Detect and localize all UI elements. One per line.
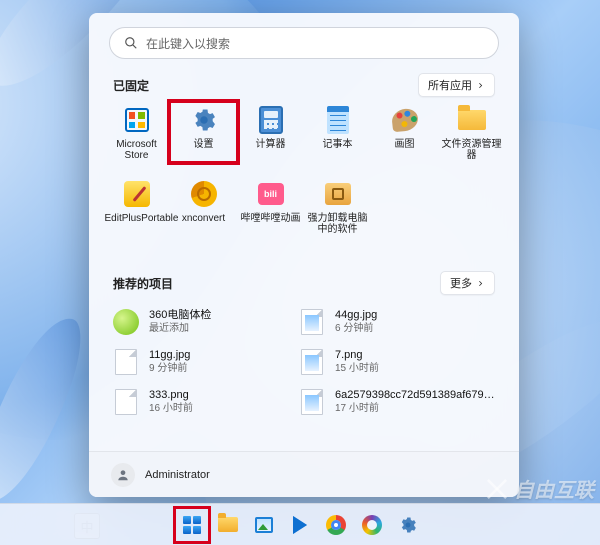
tile-label: 强力卸载电脑中的软件 xyxy=(306,213,370,235)
gear-icon xyxy=(398,515,418,535)
tile-label: 计算器 xyxy=(256,139,286,150)
taskbar-media-player[interactable] xyxy=(286,511,314,539)
editplus-icon xyxy=(124,181,150,207)
tile-xnconvert[interactable]: xnconvert xyxy=(170,179,237,241)
tile-settings[interactable]: 设置 xyxy=(170,105,237,167)
calculator-icon xyxy=(259,106,283,134)
user-avatar[interactable] xyxy=(111,463,135,487)
taskbar-chrome[interactable] xyxy=(322,511,350,539)
tile-label: xnconvert xyxy=(182,213,225,224)
taskbar-settings[interactable] xyxy=(394,511,422,539)
taskbar-start-button[interactable] xyxy=(178,511,206,539)
chrome-icon xyxy=(326,515,346,535)
search-row: 在此键入以搜索 xyxy=(89,13,519,69)
image-file-icon xyxy=(301,389,323,415)
play-icon xyxy=(293,516,307,534)
recommended-item[interactable]: 6a2579398cc72d591389af679703f3...17 小时前 xyxy=(299,389,495,415)
image-file-icon xyxy=(301,349,323,375)
recommended-header: 推荐的项目 更多 xyxy=(89,267,519,301)
tile-microsoft-store[interactable]: Microsoft Store xyxy=(103,105,170,167)
chevron-right-icon xyxy=(476,81,485,90)
item-name: 360电脑体检 xyxy=(149,309,211,322)
item-sub: 16 小时前 xyxy=(149,402,193,415)
tile-file-explorer[interactable]: 文件资源管理器 xyxy=(438,105,505,167)
gear-icon xyxy=(189,105,219,135)
wheel-icon xyxy=(362,515,382,535)
bilibili-icon: bili xyxy=(258,183,284,205)
taskbar-app-wheel[interactable] xyxy=(358,511,386,539)
item-name: 11gg.jpg xyxy=(149,349,190,362)
recommended-item[interactable]: 11gg.jpg9 分钟前 xyxy=(113,349,275,375)
watermark-icon xyxy=(484,476,510,502)
folder-icon xyxy=(218,517,238,532)
recommended-item[interactable]: 360电脑体检最近添加 xyxy=(113,309,275,335)
all-apps-button[interactable]: 所有应用 xyxy=(418,73,495,97)
tile-label: 记事本 xyxy=(323,139,353,150)
pinned-title: 已固定 xyxy=(113,77,149,94)
file-icon xyxy=(115,389,137,415)
search-input[interactable]: 在此键入以搜索 xyxy=(109,27,499,59)
chevron-right-icon xyxy=(476,279,485,288)
taskbar-explorer[interactable] xyxy=(214,511,242,539)
person-icon xyxy=(116,468,130,482)
notepad-icon xyxy=(327,106,349,134)
item-name: 44gg.jpg xyxy=(335,309,377,322)
item-sub: 9 分钟前 xyxy=(149,362,190,375)
file-icon xyxy=(115,349,137,375)
watermark: 自由互联 xyxy=(484,474,594,503)
all-apps-label: 所有应用 xyxy=(428,77,472,93)
search-icon xyxy=(124,36,138,50)
tile-editplus[interactable]: EditPlusPortable xyxy=(103,179,170,241)
search-placeholder: 在此键入以搜索 xyxy=(146,35,230,52)
item-sub: 15 小时前 xyxy=(335,362,379,375)
recommended-item[interactable]: 333.png16 小时前 xyxy=(113,389,275,415)
tile-label: 设置 xyxy=(194,139,214,150)
item-name: 6a2579398cc72d591389af679703f3... xyxy=(335,389,495,402)
tile-calculator[interactable]: 计算器 xyxy=(237,105,304,167)
picture-icon xyxy=(255,517,273,533)
pinned-grid: Microsoft Store 设置 计算器 记事本 画图 文件资源管理器 Ed… xyxy=(89,103,519,241)
more-button[interactable]: 更多 xyxy=(440,271,495,295)
tile-label: 画图 xyxy=(395,139,415,150)
store-icon xyxy=(125,108,149,132)
tile-paint[interactable]: 画图 xyxy=(371,105,438,167)
pinned-header: 已固定 所有应用 xyxy=(89,69,519,103)
item-sub: 最近添加 xyxy=(149,322,211,335)
item-name: 333.png xyxy=(149,389,193,402)
item-sub: 6 分钟前 xyxy=(335,322,377,335)
windows-icon xyxy=(183,516,201,534)
more-label: 更多 xyxy=(450,275,472,291)
taskbar xyxy=(0,503,600,545)
start-menu: 在此键入以搜索 已固定 所有应用 Microsoft Store 设置 计算器 … xyxy=(89,13,519,497)
app-icon xyxy=(113,309,139,335)
tile-label: 文件资源管理器 xyxy=(440,139,504,161)
image-file-icon xyxy=(301,309,323,335)
taskbar-photos[interactable] xyxy=(250,511,278,539)
tile-label: 哔嘡哔嘡动画 xyxy=(241,213,301,224)
user-name[interactable]: Administrator xyxy=(145,469,210,481)
tile-uninstaller[interactable]: 强力卸载电脑中的软件 xyxy=(304,179,371,241)
item-name: 7.png xyxy=(335,349,379,362)
watermark-text: 自由互联 xyxy=(514,474,594,503)
uninstaller-icon xyxy=(325,183,351,205)
tile-label: Microsoft Store xyxy=(105,139,169,161)
item-sub: 17 小时前 xyxy=(335,402,495,415)
tile-notepad[interactable]: 记事本 xyxy=(304,105,371,167)
recommended-list: 360电脑体检最近添加 44gg.jpg6 分钟前 11gg.jpg9 分钟前 … xyxy=(89,301,519,419)
recommended-item[interactable]: 44gg.jpg6 分钟前 xyxy=(299,309,495,335)
recommended-title: 推荐的项目 xyxy=(113,275,173,292)
recommended-item[interactable]: 7.png15 小时前 xyxy=(299,349,495,375)
tile-bilibili[interactable]: bili 哔嘡哔嘡动画 xyxy=(237,179,304,241)
start-menu-footer: Administrator xyxy=(89,451,519,497)
xnconvert-icon xyxy=(191,181,217,207)
tile-label: EditPlusPortable xyxy=(105,213,169,224)
paint-icon xyxy=(390,108,418,133)
folder-icon xyxy=(458,110,486,130)
